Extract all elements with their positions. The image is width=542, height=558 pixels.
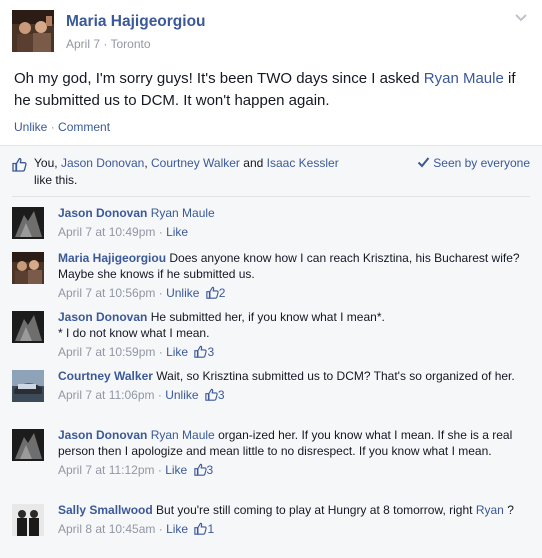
comment-meta: April 7 at 11:06pm · Unlike 3 [58,387,528,403]
comment-mention[interactable]: Ryan Maule [151,428,215,442]
comment-like-button[interactable]: Like [165,463,187,477]
meta-separator: · [157,463,162,477]
comment-like-button[interactable]: Like [166,522,188,536]
divider [12,196,530,197]
comment-author[interactable]: Jason Donovan [58,310,147,324]
meta-separator: · [103,37,108,51]
feedback-section: You, Jason Donovan, Courtney Walker and … [0,145,542,558]
likes-and: and [243,156,264,170]
commenter-avatar[interactable] [12,370,44,402]
comment-timestamp[interactable]: April 7 at 10:56pm [58,286,155,300]
meta-separator: · [158,522,163,536]
likes-text: You, Jason Donovan, Courtney Walker and … [34,155,404,189]
profile-photo-icon [12,370,44,402]
comment-text: But you're still coming to play at Hungr… [156,503,473,517]
comment-meta: April 7 at 10:56pm · Unlike 2 [58,285,528,301]
comment-body: Maria Hajigeorgiou Does anyone know how … [58,250,528,301]
comment-body: Jason Donovan Ryan Maule April 7 at 10:4… [58,205,528,240]
post-author-name[interactable]: Maria Hajigeorgiou [66,13,206,31]
commenter-avatar[interactable] [12,504,44,536]
post-location-link[interactable]: Toronto [110,37,150,51]
commenter-avatar[interactable] [12,207,44,239]
comment-meta: April 8 at 10:45am · Like 1 [58,521,528,537]
comment-body: Courtney Walker Wait, so Krisztina submi… [58,368,528,403]
comment-like-count[interactable]: 3 [207,345,214,359]
comment-unlike-button[interactable]: Unlike [165,388,198,402]
seen-indicator[interactable]: Seen by everyone [417,155,530,172]
checkmark-icon [418,157,430,168]
meta-separator: · [158,286,163,300]
post-meta: April 7 · Toronto [66,37,151,51]
comment-meta: April 7 at 10:59pm · Like 3 [58,344,528,360]
profile-photo-icon [12,311,44,343]
comment-author[interactable]: Maria Hajigeorgiou [58,251,166,265]
comment-like-count[interactable]: 3 [207,463,214,477]
comment-mention[interactable]: Ryan [476,503,504,517]
likes-suffix: like this. [34,173,78,187]
post-header: Maria Hajigeorgiou April 7 · Toronto [12,10,530,58]
comment-body: Jason Donovan He submitted her, if you k… [58,309,528,360]
profile-photo-icon [12,10,54,52]
comment-text: He submitted her, if you know what I mea… [150,310,385,324]
comment-body: Sally Smallwood But you're still coming … [58,502,528,537]
comment-body: Jason Donovan Ryan Maule organ-ized her.… [58,427,528,478]
likes-comma: , [144,156,148,170]
profile-photo-icon [12,504,44,536]
liker-link[interactable]: Courtney Walker [151,156,240,170]
comment-author[interactable]: Jason Donovan [58,428,147,442]
chevron-down-icon[interactable] [514,12,528,24]
comment-meta: April 7 at 10:49pm · Like [58,224,528,240]
post-mention-link[interactable]: Ryan Maule [424,70,504,87]
commenter-avatar[interactable] [12,429,44,461]
comment-unlike-button[interactable]: Unlike [166,286,199,300]
comment-author[interactable]: Courtney Walker [58,369,153,383]
comment-text-line2: * I do not know what I mean. [58,326,210,340]
comment-button[interactable]: Comment [58,120,110,134]
seen-label: Seen by everyone [433,156,530,170]
likes-summary: You, Jason Donovan, Courtney Walker and … [12,155,530,193]
meta-separator: · [158,345,163,359]
comment-meta: April 7 at 11:12pm · Like 3 [58,462,528,478]
comment-like-button[interactable]: Like [166,345,188,359]
post-date-link[interactable]: April 7 [66,37,100,51]
comment-timestamp[interactable]: April 7 at 10:49pm [58,225,155,239]
thumbs-up-icon [12,157,27,172]
thumbs-up-icon [194,522,208,535]
profile-photo-icon [12,429,44,461]
liker-link[interactable]: Isaac Kessler [267,156,339,170]
post-text-part: Oh my god, I'm sorry guys! It's been TWO… [14,70,424,87]
comment-text: Wait, so Krisztina submitted us to DCM? … [156,369,515,383]
comment-timestamp[interactable]: April 7 at 11:06pm [58,388,155,402]
comment-timestamp[interactable]: April 8 at 10:45am [58,522,155,536]
comment-like-button[interactable]: Like [166,225,188,239]
comment-timestamp[interactable]: April 7 at 10:59pm [58,345,155,359]
comment-author[interactable]: Sally Smallwood [58,503,153,517]
commenter-avatar[interactable] [12,311,44,343]
post-text: Oh my god, I'm sorry guys! It's been TWO… [14,68,530,112]
thumbs-up-icon [205,388,218,401]
likes-you: You, [34,156,58,170]
meta-separator: · [157,388,162,402]
commenter-avatar[interactable] [12,252,44,284]
comment-text-end: ? [507,503,514,517]
profile-photo-icon [12,252,44,284]
thumbs-up-icon [206,286,219,299]
comment-timestamp[interactable]: April 7 at 11:12pm [58,463,155,477]
liker-link[interactable]: Jason Donovan [61,156,144,170]
post-actions: Unlike · Comment [14,120,110,134]
comment-like-count[interactable]: 1 [207,522,214,536]
action-separator: · [50,120,55,134]
comment-mention[interactable]: Ryan Maule [151,206,215,220]
profile-photo-icon [12,207,44,239]
unlike-button[interactable]: Unlike [14,120,47,134]
comment-author[interactable]: Jason Donovan [58,206,147,220]
post-card: Maria Hajigeorgiou April 7 · Toronto Oh … [0,0,542,558]
comment-like-count[interactable]: 2 [219,286,226,300]
meta-separator: · [158,225,163,239]
comment-like-count[interactable]: 3 [218,388,225,402]
thumbs-up-icon [194,345,208,358]
post-author-avatar[interactable] [12,10,54,52]
thumbs-up-icon [193,463,207,476]
